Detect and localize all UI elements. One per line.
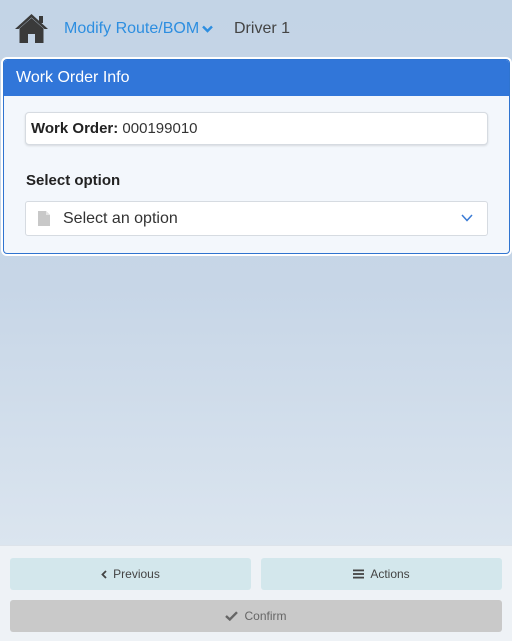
chevron-down-icon	[461, 214, 473, 222]
confirm-button[interactable]: Confirm	[10, 600, 502, 632]
home-icon	[15, 13, 48, 43]
modify-route-menu[interactable]: Modify Route/BOM	[64, 19, 214, 39]
chevron-left-icon	[101, 569, 107, 579]
previous-label: Previous	[113, 567, 160, 581]
previous-button[interactable]: Previous	[10, 558, 251, 590]
panel-title: Work Order Info	[4, 60, 509, 96]
top-bar: Modify Route/BOM Driver 1	[0, 0, 512, 56]
work-order-field: Work Order: 000199010	[25, 112, 488, 145]
option-select[interactable]: Select an option	[25, 201, 488, 236]
document-icon	[38, 211, 50, 226]
work-order-panel: Work Order Info Work Order: 000199010 Se…	[3, 59, 510, 254]
menu-label: Modify Route/BOM	[64, 20, 200, 37]
work-order-label: Work Order:	[31, 120, 119, 137]
confirm-label: Confirm	[244, 609, 287, 623]
driver-name: Driver 1	[234, 20, 291, 37]
checkmark-icon	[225, 611, 239, 621]
home-button[interactable]	[13, 11, 50, 44]
chevron-down-icon	[202, 25, 214, 33]
work-order-value: 000199010	[122, 120, 198, 137]
footer-bar: Previous Actions Confirm	[0, 545, 512, 641]
hamburger-icon	[353, 569, 365, 579]
select-option-label: Select option	[26, 172, 121, 189]
select-placeholder: Select an option	[63, 210, 178, 227]
actions-label: Actions	[370, 567, 410, 581]
actions-button[interactable]: Actions	[261, 558, 502, 590]
